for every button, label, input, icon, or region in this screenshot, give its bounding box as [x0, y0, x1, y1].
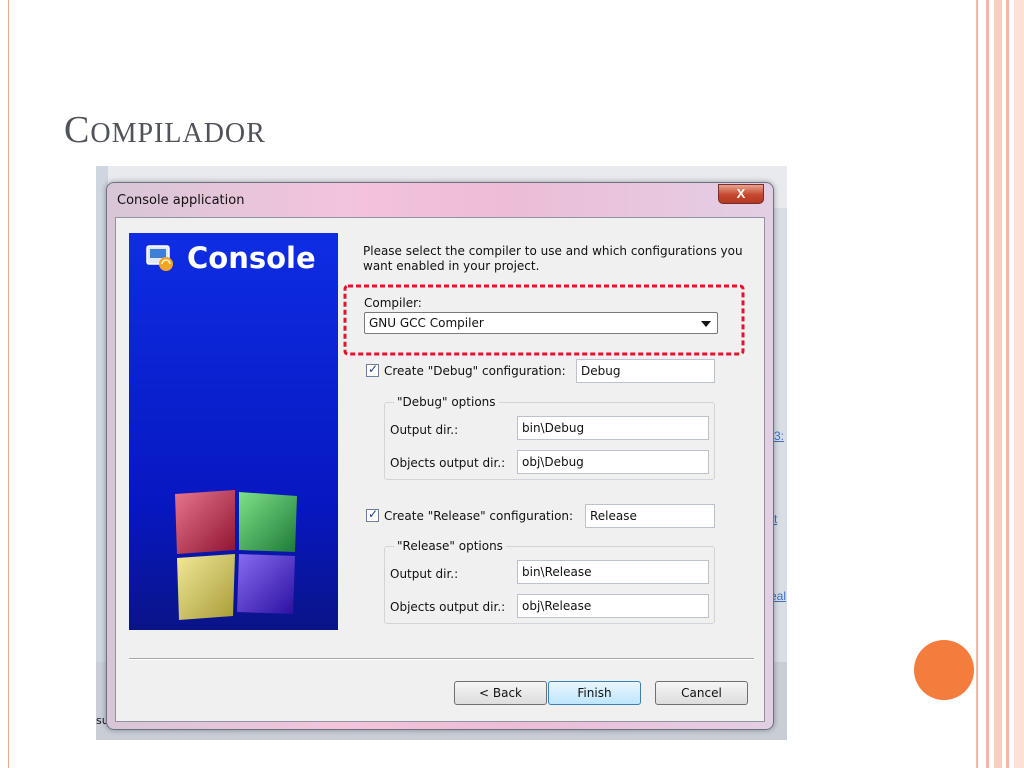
debug-objects-label: Objects output dir.:	[390, 456, 506, 470]
release-options-title: "Release" options	[394, 539, 506, 553]
console-application-dialog: Console application X Console Please sel…	[106, 182, 774, 730]
finish-button[interactable]: Finish	[548, 681, 641, 705]
codeblocks-logo-icon	[175, 490, 297, 620]
compiler-label: Compiler:	[364, 296, 422, 310]
release-name-field[interactable]: Release	[585, 504, 715, 528]
slide-right-border	[976, 0, 1024, 768]
debug-output-field[interactable]: bin\Debug	[517, 416, 709, 440]
release-objects-label: Objects output dir.:	[390, 600, 506, 614]
compiler-select[interactable]: GNU GCC Compiler	[364, 312, 718, 334]
dialog-client-area: Console Please select the compiler to us…	[115, 217, 765, 722]
compiler-select-value: GNU GCC Compiler	[369, 316, 484, 330]
background-link[interactable]: t	[774, 512, 777, 526]
release-output-field[interactable]: bin\Release	[517, 560, 709, 584]
banner-title: Console	[187, 241, 316, 275]
slide: Compilador 3: t eal su Console applicati…	[0, 0, 1024, 768]
debug-name-field[interactable]: Debug	[576, 359, 715, 383]
dialog-titlebar[interactable]: Console application X	[107, 183, 773, 217]
close-button[interactable]: X	[718, 184, 764, 204]
back-button[interactable]: < Back	[454, 681, 547, 705]
cancel-button[interactable]: Cancel	[655, 681, 748, 705]
release-checkbox-label[interactable]: Create "Release" configuration:	[384, 509, 573, 523]
dialog-title: Console application	[117, 193, 245, 208]
screenshot: 3: t eal su Console application X Consol…	[96, 166, 787, 740]
debug-checkbox-label[interactable]: Create "Debug" configuration:	[384, 364, 566, 378]
console-app-icon	[146, 245, 173, 271]
chevron-down-icon[interactable]	[701, 321, 711, 327]
debug-objects-field[interactable]: obj\Debug	[517, 450, 709, 474]
release-checkbox[interactable]	[366, 507, 379, 522]
decorative-circle	[914, 640, 974, 700]
debug-checkbox[interactable]	[366, 362, 379, 377]
release-output-label: Output dir.:	[390, 567, 459, 581]
slide-left-border	[0, 0, 9, 768]
intro-text: Please select the compiler to use and wh…	[363, 244, 743, 273]
release-objects-field[interactable]: obj\Release	[517, 594, 709, 618]
debug-output-label: Output dir.:	[390, 423, 459, 437]
wizard-banner: Console	[129, 233, 338, 630]
slide-title: Compilador	[64, 109, 266, 151]
debug-options-title: "Debug" options	[394, 395, 499, 409]
background-link[interactable]: 3:	[774, 429, 784, 443]
footer-divider	[129, 658, 754, 660]
